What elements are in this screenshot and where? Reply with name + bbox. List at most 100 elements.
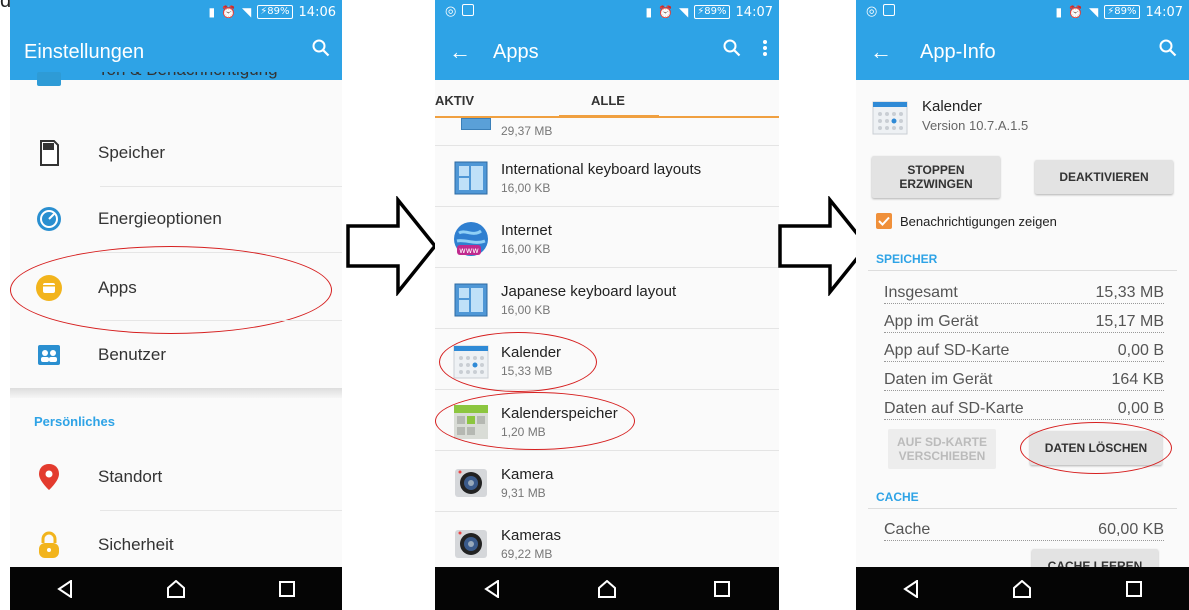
settings-item-users[interactable]: Benutzer <box>10 322 342 388</box>
recents-nav-icon[interactable] <box>279 580 296 597</box>
disable-button[interactable]: DEAKTIVIEREN <box>1035 160 1173 194</box>
list-item[interactable]: 29,37 MB <box>435 118 779 146</box>
whatsapp-icon: ◎ <box>866 4 878 19</box>
back-nav-icon[interactable] <box>56 579 73 598</box>
tab-all[interactable]: ALLE <box>591 93 625 108</box>
list-item[interactable]: International keyboard layouts 16,00 KB <box>435 146 779 207</box>
back-nav-icon[interactable] <box>903 579 919 598</box>
page-title: Apps <box>493 40 539 63</box>
back-nav-icon[interactable] <box>483 579 500 598</box>
tutorial-figure: durch. ▮ ⏰ ◥ ⚡89% 14:06 Einstellungen To… <box>0 0 1189 610</box>
vibrate-icon: ▮ <box>645 5 653 19</box>
vibrate-icon: ▮ <box>208 5 216 19</box>
app-size: 16,00 KB <box>501 303 551 317</box>
svg-text:www: www <box>459 246 479 255</box>
section-title-cache: CACHE <box>876 490 919 504</box>
app-bar: ← App-Info <box>856 24 1189 80</box>
cache-row: Cache 60,00 KB <box>884 521 1164 547</box>
settings-item-label: Energieoptionen <box>98 209 222 228</box>
list-item[interactable]: www Internet 16,00 KB <box>435 207 779 268</box>
clock-text: 14:07 <box>1145 4 1183 20</box>
screenshot-icon <box>883 4 896 16</box>
whatsapp-icon: ◎ <box>445 4 457 19</box>
list-item[interactable]: Japanese keyboard layout 16,00 KB <box>435 268 779 329</box>
arrow-right-icon <box>346 195 438 301</box>
keyboard-app-icon <box>451 158 491 198</box>
battery-icon: ⚡89% <box>1104 5 1140 19</box>
clock-text: 14:06 <box>298 4 336 20</box>
settings-item-label: Benutzer <box>98 345 167 364</box>
home-nav-icon[interactable] <box>166 579 186 598</box>
settings-item-storage[interactable]: Speicher <box>10 120 342 186</box>
section-title: Persönliches <box>34 414 115 429</box>
users-icon <box>34 340 64 370</box>
settings-item-label: Standort <box>98 467 163 486</box>
camera-app-icon <box>451 524 491 564</box>
nav-bar <box>435 567 779 610</box>
app-name: Kalender <box>922 98 983 115</box>
gauge-icon <box>34 204 64 234</box>
camera-app-icon <box>451 463 491 503</box>
storage-row: Daten auf SD-Karte 0,00 B <box>884 400 1164 426</box>
screenshot-icon <box>462 4 475 16</box>
tab-active[interactable]: AKTIV <box>435 93 474 108</box>
app-bar: ← Apps <box>435 24 779 80</box>
settings-item-label: Ton & Benachrichtigung <box>98 72 278 80</box>
nav-bar <box>856 567 1189 610</box>
page-title: Einstellungen <box>24 40 145 63</box>
search-icon[interactable] <box>723 39 741 62</box>
storage-row: Insgesamt 15,33 MB <box>884 284 1164 310</box>
nav-bar <box>10 567 342 610</box>
battery-icon: ⚡89% <box>257 5 293 19</box>
section-divider <box>10 388 342 398</box>
app-name: International keyboard layouts <box>501 161 702 178</box>
app-version: Version 10.7.A.1.5 <box>922 118 1029 133</box>
search-icon[interactable] <box>1159 39 1177 62</box>
status-bar: ▮ ⏰ ◥ ⚡89% 14:06 <box>10 0 342 24</box>
alarm-icon: ⏰ <box>221 5 237 19</box>
alarm-icon: ⏰ <box>658 5 674 19</box>
keyboard-app-icon <box>451 280 491 320</box>
app-name: Kamera <box>501 466 554 483</box>
status-bar: ◎ ▮ ⏰ ◥ ⚡89% 14:07 <box>856 0 1189 24</box>
list-item[interactable]: Kameras 69,22 MB <box>435 512 779 573</box>
phone-apps: ◎ ▮ ⏰ ◥ ⚡89% 14:07 ← Apps AKTIV ALLE 29,… <box>435 0 779 610</box>
storage-row: App im Gerät 15,17 MB <box>884 313 1164 339</box>
clock-text: 14:07 <box>735 4 773 20</box>
battery-icon: ⚡89% <box>694 5 730 19</box>
back-arrow-icon[interactable]: ← <box>435 39 485 65</box>
settings-item-label: Speicher <box>98 143 166 162</box>
storage-row: App auf SD-Karte 0,00 B <box>884 342 1164 368</box>
tab-bar: AKTIV ALLE <box>435 80 779 118</box>
settings-item-power[interactable]: Energieoptionen <box>10 186 342 252</box>
notifications-label: Benachrichtigungen zeigen <box>900 214 1057 229</box>
sd-card-icon <box>34 138 64 168</box>
settings-item-sound[interactable]: Ton & Benachrichtigung <box>10 72 342 96</box>
move-to-sd-button[interactable]: AUF SD-KARTE VERSCHIEBEN <box>888 429 996 469</box>
calendar-app-icon <box>870 97 910 137</box>
app-size: 16,00 KB <box>501 242 551 256</box>
recents-nav-icon[interactable] <box>1126 580 1143 597</box>
home-nav-icon[interactable] <box>1012 579 1032 598</box>
storage-row: Daten im Gerät 164 KB <box>884 371 1164 397</box>
lock-icon <box>34 530 64 560</box>
wifi-icon: ◥ <box>1089 5 1099 19</box>
search-icon[interactable] <box>312 39 330 62</box>
settings-item-location[interactable]: Standort <box>10 444 342 510</box>
recents-nav-icon[interactable] <box>714 580 731 597</box>
app-name: Japanese keyboard layout <box>501 283 677 300</box>
phone-app-info: ◎ ▮ ⏰ ◥ ⚡89% 14:07 ← App-Info Kalender V… <box>856 0 1189 610</box>
overflow-menu-icon[interactable] <box>763 39 767 62</box>
back-arrow-icon[interactable]: ← <box>856 39 906 65</box>
notifications-checkbox[interactable] <box>876 213 892 229</box>
vibrate-icon: ▮ <box>1055 5 1063 19</box>
section-title-storage: SPEICHER <box>876 252 938 266</box>
app-size: 9,31 MB <box>501 486 546 500</box>
app-size: 69,22 MB <box>501 547 553 561</box>
force-stop-button[interactable]: STOPPEN ERZWINGEN <box>872 156 1000 198</box>
page-title: App-Info <box>920 40 996 63</box>
list-item[interactable]: Kamera 9,31 MB <box>435 451 779 512</box>
app-name: Internet <box>501 222 552 239</box>
wifi-icon: ◥ <box>679 5 689 19</box>
home-nav-icon[interactable] <box>597 579 617 598</box>
